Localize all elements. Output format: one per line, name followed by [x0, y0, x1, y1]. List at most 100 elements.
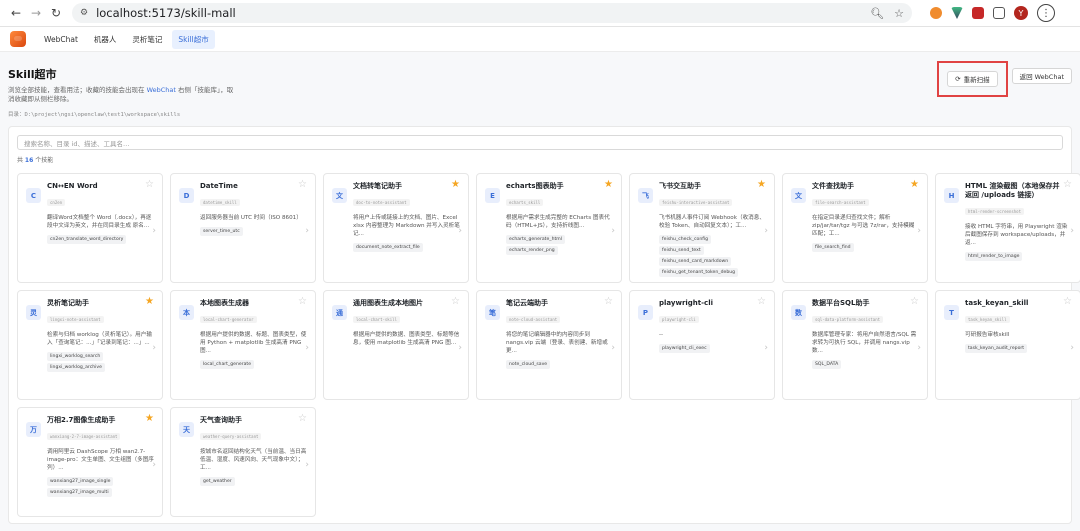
star-icon[interactable]: ☆: [1063, 180, 1072, 190]
reload-icon[interactable]: ↻: [46, 3, 66, 23]
skill-card[interactable]: 天 天气查询助手 weather-query-assistant 按城市名返回结…: [170, 407, 316, 517]
chevron-right-icon[interactable]: ›: [1070, 226, 1074, 236]
chevron-right-icon[interactable]: ›: [1070, 343, 1074, 353]
skill-card[interactable]: 笔 笔记云端助手 note-cloud-assistant 将您的笔记编辑器中的…: [476, 290, 622, 400]
skill-card[interactable]: T task_keyan_skill task_keyan_skill 可研报告…: [935, 290, 1080, 400]
chevron-right-icon[interactable]: ›: [611, 343, 615, 353]
address-bar[interactable]: ⚙ localhost:5173/skill-mall 🔍︎ ☆: [72, 3, 912, 23]
skill-id: echarts_skill: [506, 199, 544, 206]
skill-card[interactable]: 通 通用图表生成本地图片 local-chart-skill 根据用户提供的数据…: [323, 290, 469, 400]
back-arrow-icon[interactable]: ←: [6, 3, 26, 23]
tab-webchat[interactable]: WebChat: [38, 31, 84, 48]
skill-id: playwright-cli: [659, 316, 699, 323]
chevron-right-icon[interactable]: ›: [458, 226, 462, 236]
star-icon[interactable]: ★: [451, 180, 460, 190]
back-to-webchat-button[interactable]: 返回 WebChat: [1011, 68, 1072, 84]
star-icon[interactable]: ★: [910, 180, 919, 190]
forward-arrow-icon[interactable]: →: [26, 3, 46, 23]
skill-description: 根据用户需求生成完整的 ECharts 图表代码（HTML+JS），支持折线图.…: [506, 215, 610, 229]
star-icon[interactable]: ☆: [604, 297, 613, 307]
tool-tag: wanxiang27_image_multi: [47, 488, 112, 497]
skill-card[interactable]: 本 本地图表生成器 local-chart-generator 根据用户提供的数…: [170, 290, 316, 400]
browser-menu-icon[interactable]: ⋮: [1037, 4, 1055, 22]
chevron-right-icon[interactable]: ›: [152, 460, 156, 470]
chevron-right-icon[interactable]: ›: [305, 226, 309, 236]
star-icon[interactable]: ☆: [1063, 297, 1072, 307]
chevron-right-icon[interactable]: ›: [764, 343, 768, 353]
skill-card[interactable]: 文 文件查找助手 file-search-assistant 在指定目录递归查找…: [782, 173, 928, 283]
skill-id: feishu-interactive-assistant: [659, 199, 733, 206]
tab-lingxi-notes[interactable]: 灵析笔记: [126, 30, 168, 49]
desc-text: 浏览全部技能，查看用法；收藏的技能会出现在: [8, 86, 147, 94]
skill-id: weather-query-assistant: [200, 433, 262, 440]
skill-title: 天气查询助手: [200, 416, 242, 424]
webchat-link[interactable]: WebChat: [147, 86, 176, 94]
skill-card[interactable]: 文 文档转笔记助手 doc-to-note-assistant 将用户上传或链接…: [323, 173, 469, 283]
chevron-right-icon[interactable]: ›: [458, 343, 462, 353]
skill-card[interactable]: 灵 灵析笔记助手 lingxi-note-assistant 检索与归档 wor…: [17, 290, 163, 400]
star-icon[interactable]: ☆: [298, 414, 307, 424]
skill-icon: 文: [332, 188, 347, 203]
skill-title: 通用图表生成本地图片: [353, 299, 423, 307]
chevron-right-icon[interactable]: ›: [305, 343, 309, 353]
star-icon[interactable]: ★: [757, 180, 766, 190]
skill-card[interactable]: E echarts图表助手 echarts_skill 根据用户需求生成完整的 …: [476, 173, 622, 283]
extensions-puzzle-icon[interactable]: [993, 7, 1005, 19]
chevron-right-icon[interactable]: ›: [305, 460, 309, 470]
skill-card[interactable]: C CN↔EN Word cn2en 翻译Word文档整个 Word（.docx…: [17, 173, 163, 283]
skill-card[interactable]: P playwright-cli playwright-cli -- playw…: [629, 290, 775, 400]
chevron-right-icon[interactable]: ›: [152, 343, 156, 353]
star-icon[interactable]: ★: [145, 414, 154, 424]
chevron-right-icon[interactable]: ›: [917, 343, 921, 353]
chevron-right-icon[interactable]: ›: [917, 226, 921, 236]
skill-title: 飞书交互助手: [659, 182, 701, 190]
star-icon[interactable]: ☆: [451, 297, 460, 307]
zoom-icon[interactable]: 🔍︎: [870, 7, 884, 20]
extension-vue-icon[interactable]: [951, 7, 963, 19]
skill-description: 检索与归档 worklog（灵析笔记）。用户输入「查询笔记：...」「记录到笔记…: [47, 332, 152, 346]
star-icon[interactable]: ☆: [145, 180, 154, 190]
skill-card[interactable]: 飞 飞书交互助手 feishu-interactive-assistant 飞书…: [629, 173, 775, 283]
extension-orange-icon[interactable]: [930, 7, 942, 19]
skill-id: local-chart-generator: [200, 316, 257, 323]
tool-tags: task_keyan_audit_report: [965, 344, 1072, 353]
skill-title: 本地图表生成器: [200, 299, 249, 307]
extension-red-icon[interactable]: [972, 7, 984, 19]
tool-tag: task_keyan_audit_report: [965, 344, 1028, 353]
skill-icon: T: [944, 305, 959, 320]
star-icon[interactable]: ★: [604, 180, 613, 190]
skill-card[interactable]: H HTML 渲染截图（本地保存并返回 /uploads 链接） html-re…: [935, 173, 1080, 283]
skill-card[interactable]: 数 数据平台SQL助手 sql-data-platform-assistant …: [782, 290, 928, 400]
bookmark-star-icon[interactable]: ☆: [894, 7, 904, 20]
tab-robot[interactable]: 机器人: [88, 30, 123, 49]
app-logo[interactable]: [10, 31, 26, 47]
page-title: Skill超市: [8, 68, 57, 81]
profile-avatar[interactable]: Y: [1014, 6, 1028, 20]
tool-tag: echarts_render_png: [506, 246, 558, 255]
star-icon[interactable]: ☆: [757, 297, 766, 307]
tool-tag: feishu_check_config: [659, 235, 712, 244]
star-icon[interactable]: ☆: [910, 297, 919, 307]
rescan-button[interactable]: ⟳ 重新扫描: [947, 71, 998, 87]
skill-card[interactable]: D DateTime datetime_skill 返回服务器当前 UTC 时间…: [170, 173, 316, 283]
star-icon[interactable]: ☆: [298, 297, 307, 307]
tool-tags: playwright_cli_exec: [659, 344, 766, 353]
skill-description: 数据库管理专家：将用户自然语言/SQL 需求转为可执行 SQL，并调用 nang…: [812, 332, 917, 354]
skill-search-input[interactable]: 搜索名称、目录 id、描述、工具名…: [17, 135, 1063, 150]
tool-tags: echarts_generate_html echarts_render_png: [506, 235, 613, 255]
skill-description: --: [659, 332, 664, 338]
skill-id: note-cloud-assistant: [506, 316, 561, 323]
chevron-right-icon[interactable]: ›: [152, 226, 156, 236]
skill-description: 根据用户提供的数据、标题、图表类型，使用 Python + matplotlib…: [200, 332, 307, 354]
skill-card[interactable]: 万 万相2.7图像生成助手 wanxiang-2-7-image-assista…: [17, 407, 163, 517]
tool-tag: html_render_to_image: [965, 252, 1023, 261]
site-info-icon[interactable]: ⚙: [80, 8, 88, 18]
skill-id: lingxi-note-assistant: [47, 316, 104, 323]
skill-count: 共 16 个技能: [17, 155, 1063, 164]
chevron-right-icon[interactable]: ›: [764, 226, 768, 236]
chevron-right-icon[interactable]: ›: [611, 226, 615, 236]
tab-skill-mall[interactable]: Skill超市: [172, 29, 215, 49]
star-icon[interactable]: ☆: [298, 180, 307, 190]
star-icon[interactable]: ★: [145, 297, 154, 307]
skill-description: 返回服务器当前 UTC 时间（ISO 8601）: [200, 215, 302, 221]
